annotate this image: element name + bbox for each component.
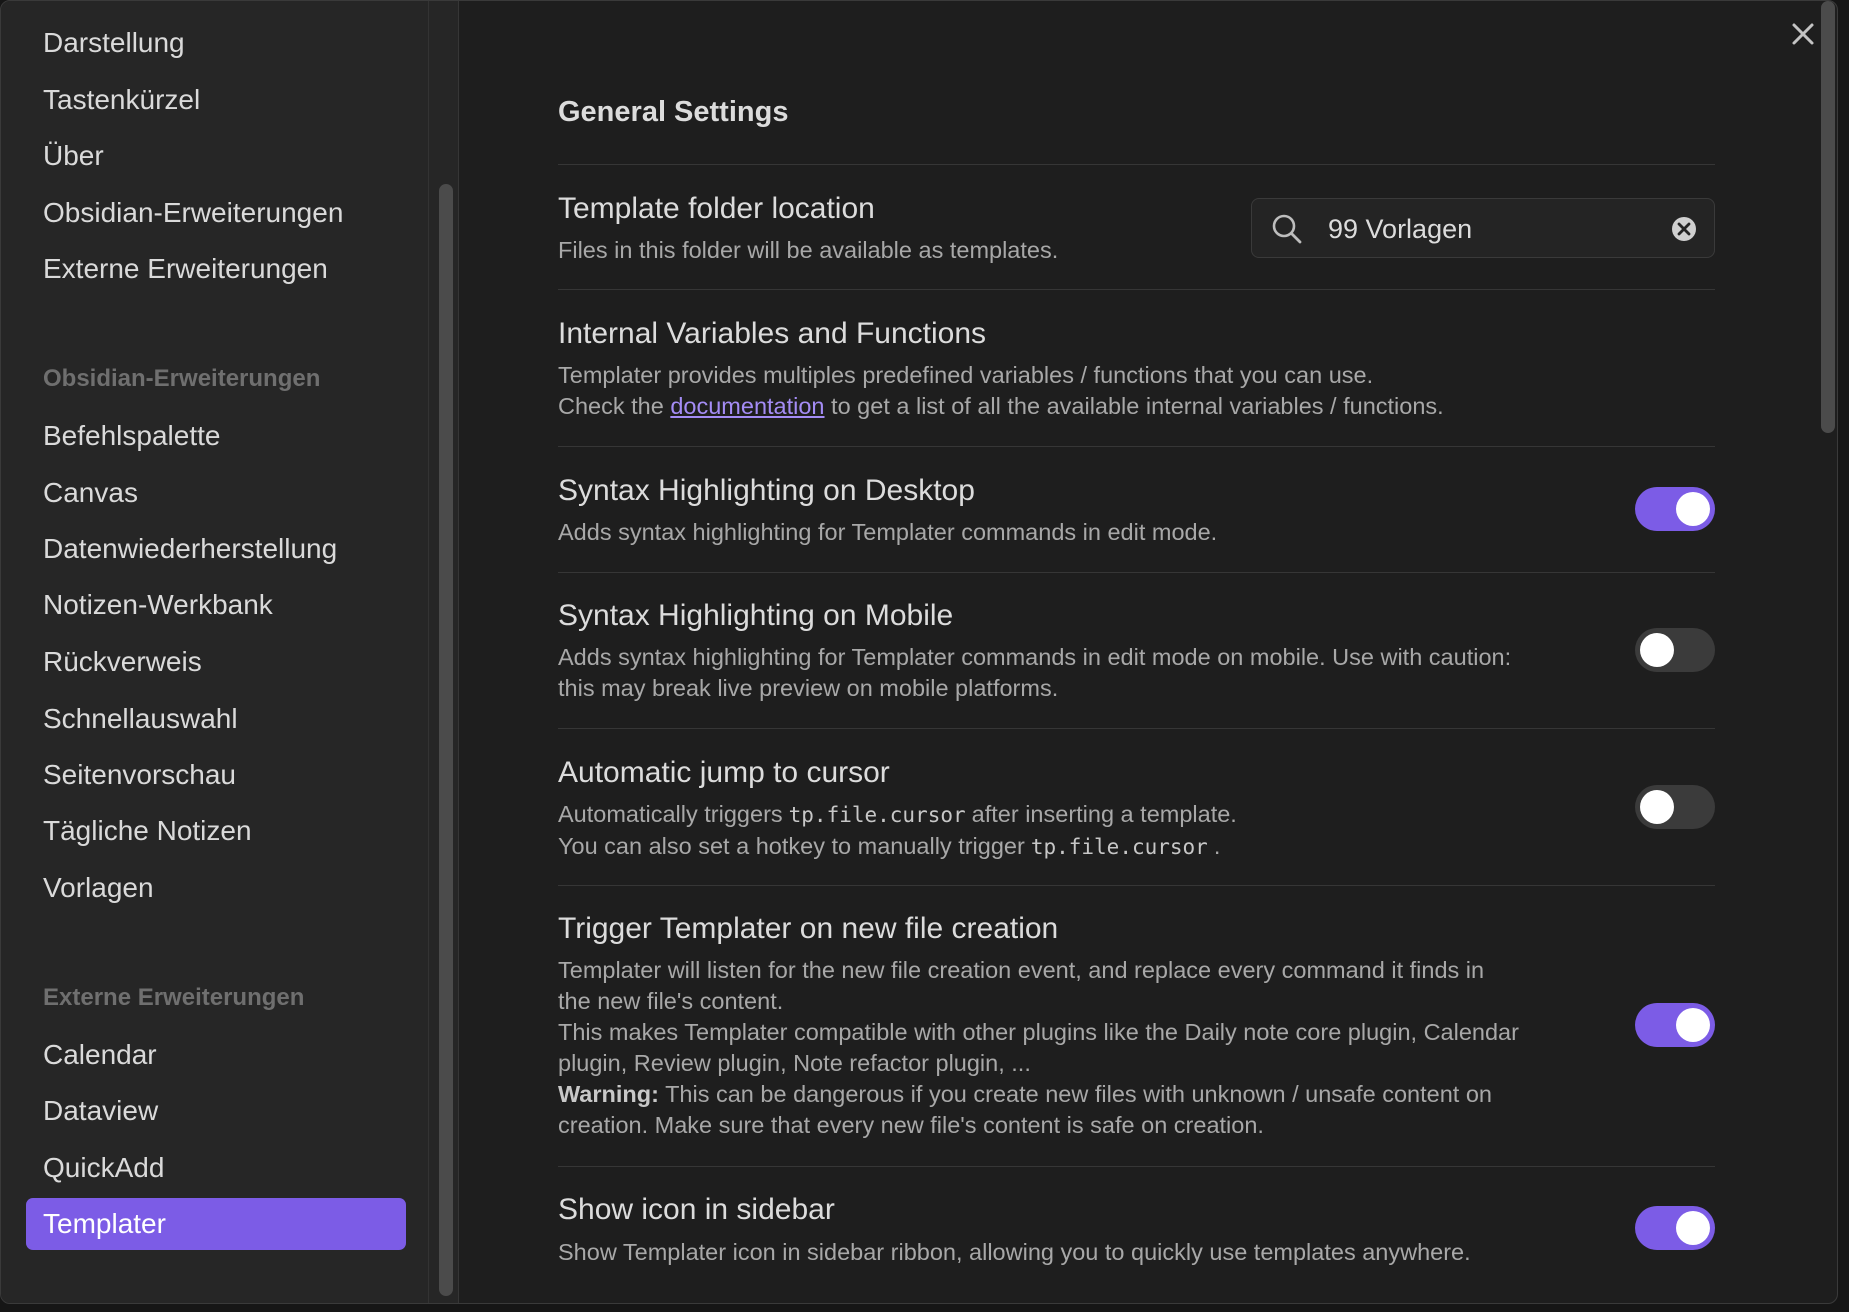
sidebar-item-externe-erweiterungen[interactable]: Externe Erweiterungen bbox=[26, 243, 406, 295]
sidebar-item-notizen-werkbank[interactable]: Notizen-Werkbank bbox=[26, 579, 406, 631]
sidebar-item-canvas[interactable]: Canvas bbox=[26, 467, 406, 519]
sidebar-item-vorlagen[interactable]: Vorlagen bbox=[26, 862, 406, 914]
sidebar-heading-community-plugins: Externe Erweiterungen bbox=[43, 984, 305, 1011]
sidebar-item-darstellung[interactable]: Darstellung bbox=[26, 17, 406, 69]
desc-text: to get a list of all the available inter… bbox=[831, 393, 1444, 419]
sidebar-item-taegliche-notizen[interactable]: Tägliche Notizen bbox=[26, 805, 406, 857]
setting-desc-syntax-desktop: Adds syntax highlighting for Templater c… bbox=[558, 517, 1217, 548]
documentation-link[interactable]: documentation bbox=[670, 393, 824, 419]
divider bbox=[558, 289, 1715, 290]
warning-label: Warning: bbox=[558, 1081, 659, 1107]
sidebar-icon-toggle[interactable] bbox=[1635, 1206, 1715, 1250]
desc-line: You can also set a hotkey to manually tr… bbox=[558, 831, 1237, 863]
close-icon[interactable] bbox=[1786, 17, 1820, 51]
setting-name-syntax-desktop: Syntax Highlighting on Desktop bbox=[558, 474, 975, 507]
sidebar-item-tastenkuerzel[interactable]: Tastenkürzel bbox=[26, 74, 406, 126]
auto-jump-toggle[interactable] bbox=[1635, 785, 1715, 829]
desc-line: plugin, Review plugin, Note refactor plu… bbox=[558, 1050, 1031, 1076]
toggle-knob bbox=[1676, 492, 1710, 526]
trigger-new-file-toggle[interactable] bbox=[1635, 1003, 1715, 1047]
toggle-knob bbox=[1676, 1008, 1710, 1042]
toggle-knob bbox=[1676, 1211, 1710, 1245]
sidebar-item-befehlspalette[interactable]: Befehlspalette bbox=[26, 410, 406, 462]
sidebar-item-schnellauswahl[interactable]: Schnellauswahl bbox=[26, 693, 406, 745]
sidebar-item-calendar[interactable]: Calendar bbox=[26, 1029, 406, 1081]
desc-line: This makes Templater compatible with oth… bbox=[558, 1019, 1519, 1045]
sidebar-item-seitenvorschau[interactable]: Seitenvorschau bbox=[26, 749, 406, 801]
toggle-knob bbox=[1640, 790, 1674, 824]
code-snippet: tp.file.cursor bbox=[1030, 835, 1208, 859]
setting-desc-template-folder: Files in this folder will be available a… bbox=[558, 235, 1058, 266]
content-scrollbar-thumb[interactable] bbox=[1821, 1, 1835, 433]
background-app-strip bbox=[0, 1304, 1849, 1312]
divider bbox=[558, 1166, 1715, 1167]
desc-line: Check the documentation to get a list of… bbox=[558, 391, 1444, 422]
setting-name-sidebar-icon: Show icon in sidebar bbox=[558, 1193, 835, 1226]
search-icon bbox=[1272, 214, 1302, 244]
desc-text: . bbox=[1213, 833, 1221, 859]
desc-line: Files in this folder will be available a… bbox=[558, 237, 1059, 263]
setting-name-auto-jump: Automatic jump to cursor bbox=[558, 756, 890, 789]
setting-desc-internal-vars: Templater provides multiples predefined … bbox=[558, 360, 1444, 422]
desc-text: after inserting a template. bbox=[971, 801, 1237, 827]
desc-line: Warning: This can be dangerous if you cr… bbox=[558, 1079, 1519, 1110]
sidebar-item-templater[interactable]: Templater bbox=[26, 1198, 406, 1250]
sidebar-item-ueber[interactable]: Über bbox=[26, 130, 406, 182]
setting-name-internal-vars: Internal Variables and Functions bbox=[558, 317, 987, 350]
desc-line: the new file's content. bbox=[558, 988, 784, 1014]
sidebar-item-obsidian-erweiterungen[interactable]: Obsidian-Erweiterungen bbox=[26, 187, 406, 239]
toggle-knob bbox=[1640, 633, 1674, 667]
sidebar-item-quickadd[interactable]: QuickAdd bbox=[26, 1142, 406, 1194]
desc-text: Automatically triggers bbox=[558, 801, 783, 827]
syntax-desktop-toggle[interactable] bbox=[1635, 487, 1715, 531]
sidebar-item-datenwiederherstellung[interactable]: Datenwiederherstellung bbox=[26, 523, 406, 575]
section-title: General Settings bbox=[558, 96, 789, 128]
desc-text: You can also set a hotkey to manually tr… bbox=[558, 833, 1025, 859]
divider bbox=[558, 885, 1715, 886]
desc-line: Templater will listen for the new file c… bbox=[558, 957, 1485, 983]
sidebar-item-rueckverweis[interactable]: Rückverweis bbox=[26, 636, 406, 688]
sidebar-item-dataview[interactable]: Dataview bbox=[26, 1085, 406, 1137]
settings-sidebar: Darstellung Tastenkürzel Über Obsidian-E… bbox=[1, 1, 429, 1303]
template-folder-input[interactable] bbox=[1326, 207, 1626, 251]
setting-name-syntax-mobile: Syntax Highlighting on Mobile bbox=[558, 599, 954, 632]
desc-line: this may break live preview on mobile pl… bbox=[558, 675, 1059, 701]
setting-name-template-folder: Template folder location bbox=[558, 192, 875, 225]
setting-desc-syntax-mobile: Adds syntax highlighting for Templater c… bbox=[558, 642, 1511, 704]
desc-line: Adds syntax highlighting for Templater c… bbox=[558, 519, 1218, 545]
setting-name-trigger-new-file: Trigger Templater on new file creation bbox=[558, 912, 1059, 945]
desc-text: This can be dangerous if you create new … bbox=[665, 1081, 1492, 1107]
divider bbox=[558, 572, 1715, 573]
desc-line: Templater provides multiples predefined … bbox=[558, 362, 1374, 388]
divider bbox=[558, 446, 1715, 447]
setting-desc-auto-jump: Automatically triggers tp.file.cursor afte… bbox=[558, 799, 1237, 863]
template-folder-search[interactable] bbox=[1251, 198, 1715, 258]
setting-desc-sidebar-icon: Show Templater icon in sidebar ribbon, a… bbox=[558, 1237, 1471, 1268]
desc-line: Show Templater icon in sidebar ribbon, a… bbox=[558, 1239, 1471, 1265]
code-snippet: tp.file.cursor bbox=[788, 803, 966, 827]
sidebar-scrollbar-thumb[interactable] bbox=[439, 184, 453, 1296]
sidebar-heading-core-plugins: Obsidian-Erweiterungen bbox=[43, 365, 321, 392]
settings-modal: Darstellung Tastenkürzel Über Obsidian-E… bbox=[0, 0, 1838, 1304]
setting-desc-trigger-new-file: Templater will listen for the new file c… bbox=[558, 955, 1519, 1141]
desc-line: Adds syntax highlighting for Templater c… bbox=[558, 644, 1512, 670]
syntax-mobile-toggle[interactable] bbox=[1635, 628, 1715, 672]
clear-circle-icon[interactable] bbox=[1669, 214, 1699, 244]
desc-line: creation. Make sure that every new file'… bbox=[558, 1112, 1264, 1138]
divider bbox=[558, 164, 1715, 165]
divider bbox=[558, 728, 1715, 729]
desc-text: Check the bbox=[558, 393, 664, 419]
desc-line: Automatically triggers tp.file.cursor afte… bbox=[558, 799, 1237, 831]
